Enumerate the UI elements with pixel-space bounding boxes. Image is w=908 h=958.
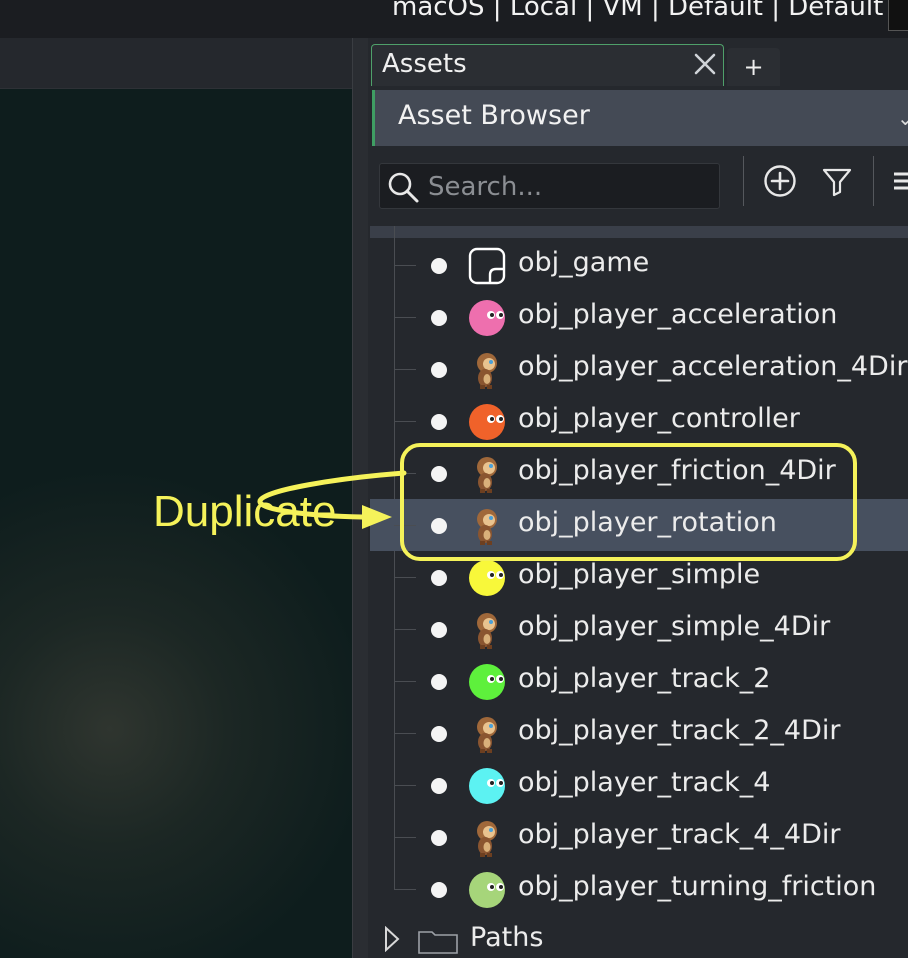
blob-sprite-icon — [469, 560, 505, 596]
workspace-area[interactable]: Duplicate — [0, 89, 352, 958]
blob-sprite-icon — [469, 300, 505, 336]
tree-branch-line — [394, 369, 416, 370]
tree-item[interactable]: obj_player_turning_friction — [370, 863, 908, 915]
object-placeholder-icon — [468, 247, 506, 285]
folder-icon — [418, 931, 458, 954]
tree-item-label: obj_player_rotation — [518, 507, 777, 538]
expand-arrow-icon[interactable] — [384, 926, 400, 952]
tree-item-label: obj_player_acceleration — [518, 299, 838, 330]
objects-folder-row[interactable] — [370, 226, 908, 238]
tree-branch-line — [394, 421, 416, 422]
monkey-sprite-icon — [477, 821, 497, 857]
asset-tree: obj_game obj_player_acceleration obj_playe… — [370, 226, 908, 918]
leaf-dot-icon — [431, 362, 447, 378]
close-icon[interactable] — [692, 51, 718, 77]
annotation-label: Duplicate — [153, 487, 337, 536]
tree-item[interactable]: obj_player_simple — [370, 551, 908, 603]
workspace-toolbar — [0, 38, 352, 89]
monkey-sprite-icon — [477, 717, 497, 753]
chevron-down-icon[interactable]: ⌄ — [897, 106, 908, 130]
tree-branch-line — [394, 577, 416, 578]
tree-item-label: obj_player_track_2 — [518, 663, 771, 694]
leaf-dot-icon — [431, 466, 447, 482]
leaf-dot-icon — [431, 674, 447, 690]
leaf-dot-icon — [431, 882, 447, 898]
tree-branch-line — [394, 837, 416, 838]
filter-icon[interactable] — [820, 164, 854, 198]
monkey-sprite-icon — [477, 353, 497, 389]
tab-assets-label: Assets — [382, 49, 467, 79]
tab-assets[interactable]: Assets — [371, 44, 724, 86]
tree-item[interactable]: obj_player_track_2 — [370, 655, 908, 707]
toolbar-separator — [873, 156, 874, 206]
menu-icon[interactable] — [890, 164, 908, 198]
blob-sprite-icon — [469, 664, 505, 700]
monkey-sprite-icon — [477, 457, 497, 493]
tree-branch-line — [394, 629, 416, 630]
asset-browser-header[interactable]: Asset Browser ⌄ — [372, 90, 908, 146]
asset-browser-title: Asset Browser — [398, 100, 590, 131]
tree-item[interactable]: obj_player_acceleration — [370, 291, 908, 343]
search-input[interactable] — [426, 168, 710, 206]
leaf-dot-icon — [431, 310, 447, 326]
target-selector[interactable]: macOS | Local | VM | Default | Default — [392, 0, 883, 22]
monkey-sprite-icon — [477, 509, 497, 545]
tree-item-label: obj_player_turning_friction — [518, 871, 877, 902]
tree-folder-paths[interactable]: Paths — [370, 918, 908, 958]
tree-item[interactable]: obj_player_track_2_4Dir — [370, 707, 908, 759]
tree-item-label: obj_player_track_4_4Dir — [518, 819, 841, 850]
tree-item[interactable]: obj_player_track_4 — [370, 759, 908, 811]
tree-branch-line — [394, 473, 416, 474]
tree-item[interactable]: obj_game — [370, 239, 908, 291]
tree-branch-line — [394, 525, 416, 526]
tree-item-label: obj_player_track_2_4Dir — [518, 715, 841, 746]
tree-item-label: obj_player_simple_4Dir — [518, 611, 831, 642]
tree-branch-line — [394, 889, 416, 890]
search-icon — [388, 172, 419, 203]
top-bar: macOS | Local | VM | Default | Default — [0, 0, 908, 38]
tree-item-label: obj_player_acceleration_4Dir — [518, 351, 908, 382]
folder-label: Paths — [470, 922, 544, 953]
tree-item[interactable]: obj_player_rotation — [370, 499, 908, 551]
blob-sprite-icon — [469, 872, 505, 908]
leaf-dot-icon — [431, 778, 447, 794]
tree-branch-line — [394, 785, 416, 786]
tree-branch-line — [394, 681, 416, 682]
search-box[interactable] — [379, 163, 720, 209]
add-tab-button[interactable]: + — [727, 48, 780, 86]
blob-sprite-icon — [469, 404, 505, 440]
tree-item-label: obj_player_controller — [518, 403, 800, 434]
leaf-dot-icon — [431, 570, 447, 586]
add-asset-icon[interactable] — [763, 164, 797, 198]
tree-item-label: obj_player_simple — [518, 559, 761, 590]
tree-branch-line — [394, 733, 416, 734]
blob-sprite-icon — [469, 768, 505, 804]
leaf-dot-icon — [431, 622, 447, 638]
window-control-icon[interactable] — [888, 0, 908, 31]
leaf-dot-icon — [431, 414, 447, 430]
leaf-dot-icon — [431, 726, 447, 742]
tree-item[interactable]: obj_player_track_4_4Dir — [370, 811, 908, 863]
tree-branch-line — [394, 265, 416, 266]
leaf-dot-icon — [431, 258, 447, 274]
toolbar-separator — [743, 156, 744, 206]
tree-item[interactable]: obj_player_simple_4Dir — [370, 603, 908, 655]
tree-item-label: obj_player_friction_4Dir — [518, 455, 836, 486]
leaf-dot-icon — [431, 518, 447, 534]
tree-item[interactable]: obj_player_controller — [370, 395, 908, 447]
monkey-sprite-icon — [477, 613, 497, 649]
tree-branch-line — [394, 317, 416, 318]
panel-divider[interactable] — [352, 38, 369, 958]
tree-item[interactable]: obj_player_acceleration_4Dir — [370, 343, 908, 395]
tree-item-label: obj_game — [518, 247, 650, 278]
tree-item-label: obj_player_track_4 — [518, 767, 771, 798]
tree-item[interactable]: obj_player_friction_4Dir — [370, 447, 908, 499]
leaf-dot-icon — [431, 830, 447, 846]
